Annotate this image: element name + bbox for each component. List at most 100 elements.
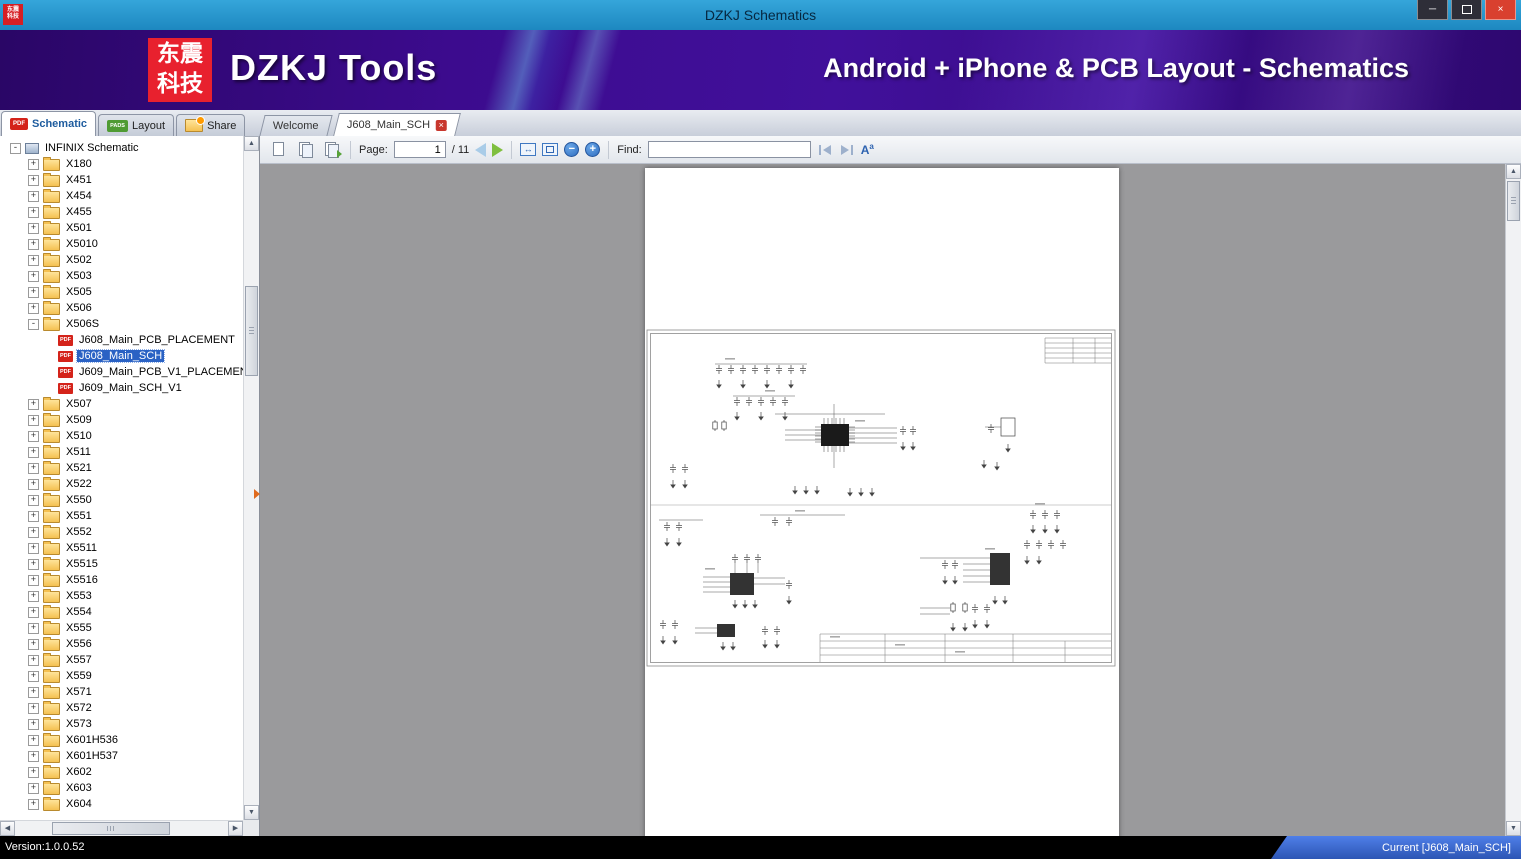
expand-icon[interactable]: +: [28, 286, 39, 298]
tree-folder-x501[interactable]: + X501: [0, 220, 243, 236]
expand-icon[interactable]: +: [28, 782, 39, 794]
schematic-page[interactable]: [645, 168, 1119, 836]
find-previous-icon[interactable]: [817, 143, 833, 157]
tree-folder-x502[interactable]: + X502: [0, 252, 243, 268]
fit-page-icon[interactable]: [542, 143, 559, 156]
tree-folder-x511[interactable]: + X511: [0, 444, 243, 460]
expand-icon[interactable]: +: [28, 174, 39, 186]
tree-folder-x507[interactable]: + X507: [0, 396, 243, 412]
viewer-scroll-thumb[interactable]: [1507, 181, 1520, 221]
scroll-down-icon[interactable]: ▼: [244, 805, 259, 820]
expand-icon[interactable]: +: [28, 478, 39, 490]
tree-vertical-scrollbar[interactable]: ▲ ▼: [243, 136, 259, 820]
previous-page-icon[interactable]: [475, 142, 487, 157]
match-case-icon[interactable]: Aa: [861, 142, 874, 157]
expand-icon[interactable]: +: [28, 398, 39, 410]
tree-folder-x180[interactable]: + X180: [0, 156, 243, 172]
expand-icon[interactable]: +: [28, 526, 39, 538]
tree-folder-x553[interactable]: + X553: [0, 588, 243, 604]
expand-icon[interactable]: +: [28, 606, 39, 618]
next-page-icon[interactable]: [492, 142, 504, 157]
tree-folder-x573[interactable]: + X573: [0, 716, 243, 732]
minimize-button[interactable]: ─: [1417, 0, 1448, 20]
maximize-button[interactable]: [1451, 0, 1482, 20]
tree-folder-x5516[interactable]: + X5516: [0, 572, 243, 588]
page-number-input[interactable]: [393, 141, 446, 158]
tree-folder-x522[interactable]: + X522: [0, 476, 243, 492]
expand-icon[interactable]: +: [28, 158, 39, 170]
tree-folder-x572[interactable]: + X572: [0, 700, 243, 716]
tree-folder-x5511[interactable]: + X5511: [0, 540, 243, 556]
expand-icon[interactable]: +: [28, 638, 39, 650]
tree-folder-x5515[interactable]: + X5515: [0, 556, 243, 572]
expand-icon[interactable]: +: [28, 414, 39, 426]
tree-file-j609_main_sch_v1[interactable]: PDF J609_Main_SCH_V1: [0, 380, 243, 396]
expand-icon[interactable]: +: [28, 766, 39, 778]
tree-folder-x555[interactable]: + X555: [0, 620, 243, 636]
collapse-icon[interactable]: -: [28, 318, 39, 330]
tree-horizontal-scrollbar[interactable]: ◀ ▶: [0, 820, 243, 836]
tree-file-j609_main_pcb_v1_placement[interactable]: PDF J609_Main_PCB_V1_PLACEMENT: [0, 364, 243, 380]
expand-icon[interactable]: +: [28, 494, 39, 506]
expand-icon[interactable]: +: [28, 734, 39, 746]
expand-icon[interactable]: +: [28, 574, 39, 586]
close-button[interactable]: ×: [1485, 0, 1516, 20]
tree-folder-x552[interactable]: + X552: [0, 524, 243, 540]
tree-folder-x550[interactable]: + X550: [0, 492, 243, 508]
tree-folder-x506s[interactable]: - X506S: [0, 316, 243, 332]
expand-icon[interactable]: +: [28, 686, 39, 698]
expand-icon[interactable]: +: [28, 654, 39, 666]
tree-file-j608_main_sch[interactable]: PDF J608_Main_SCH: [0, 348, 243, 364]
tab-document-j608-main-sch[interactable]: J608_Main_SCH ×: [333, 113, 462, 136]
expand-icon[interactable]: +: [28, 590, 39, 602]
expand-icon[interactable]: +: [28, 622, 39, 634]
expand-icon[interactable]: +: [28, 206, 39, 218]
tab-layout[interactable]: PADS Layout: [98, 114, 175, 136]
scroll-down-icon[interactable]: ▼: [1506, 821, 1521, 836]
expand-icon[interactable]: +: [28, 430, 39, 442]
scroll-up-icon[interactable]: ▲: [1506, 164, 1521, 179]
tree-folder-x559[interactable]: + X559: [0, 668, 243, 684]
tree-folder-x603[interactable]: + X603: [0, 780, 243, 796]
tree-folder-x601h536[interactable]: + X601H536: [0, 732, 243, 748]
pdf-viewer[interactable]: ▲ ▼: [260, 164, 1521, 836]
fit-width-icon[interactable]: ↔: [520, 143, 537, 156]
tree-folder-x510[interactable]: + X510: [0, 428, 243, 444]
tree-folder-x506[interactable]: + X506: [0, 300, 243, 316]
tab-welcome[interactable]: Welcome: [259, 115, 333, 136]
tree-folder-x505[interactable]: + X505: [0, 284, 243, 300]
expand-icon[interactable]: +: [28, 718, 39, 730]
tree-folder-x604[interactable]: + X604: [0, 796, 243, 812]
scroll-right-icon[interactable]: ▶: [228, 821, 243, 836]
tree-file-j608_main_pcb_placement[interactable]: PDF J608_Main_PCB_PLACEMENT: [0, 332, 243, 348]
tree-folder-x451[interactable]: + X451: [0, 172, 243, 188]
expand-icon[interactable]: +: [28, 302, 39, 314]
tree-folder-x509[interactable]: + X509: [0, 412, 243, 428]
tree-folder-x557[interactable]: + X557: [0, 652, 243, 668]
expand-icon[interactable]: +: [28, 462, 39, 474]
close-tab-icon[interactable]: ×: [436, 119, 448, 131]
tree-folder-x503[interactable]: + X503: [0, 268, 243, 284]
tree-scroll-thumb[interactable]: [245, 286, 258, 376]
zoom-in-icon[interactable]: +: [585, 142, 601, 157]
scroll-left-icon[interactable]: ◀: [0, 821, 15, 836]
tree-folder-x556[interactable]: + X556: [0, 636, 243, 652]
zoom-out-icon[interactable]: −: [564, 142, 580, 157]
expand-icon[interactable]: +: [28, 254, 39, 266]
expand-icon[interactable]: +: [28, 446, 39, 458]
tree-folder-x602[interactable]: + X602: [0, 764, 243, 780]
collapse-icon[interactable]: -: [10, 142, 21, 154]
expand-icon[interactable]: +: [28, 190, 39, 202]
expand-icon[interactable]: +: [28, 270, 39, 282]
tree-hscroll-thumb[interactable]: [52, 822, 170, 835]
find-next-icon[interactable]: [839, 143, 855, 157]
find-input[interactable]: [647, 141, 811, 158]
expand-icon[interactable]: +: [28, 670, 39, 682]
tree-folder-x571[interactable]: + X571: [0, 684, 243, 700]
tree-folder-x554[interactable]: + X554: [0, 604, 243, 620]
expand-icon[interactable]: +: [28, 702, 39, 714]
expand-icon[interactable]: +: [28, 558, 39, 570]
expand-icon[interactable]: +: [28, 510, 39, 522]
tree-folder-x5010[interactable]: + X5010: [0, 236, 243, 252]
expand-icon[interactable]: +: [28, 222, 39, 234]
